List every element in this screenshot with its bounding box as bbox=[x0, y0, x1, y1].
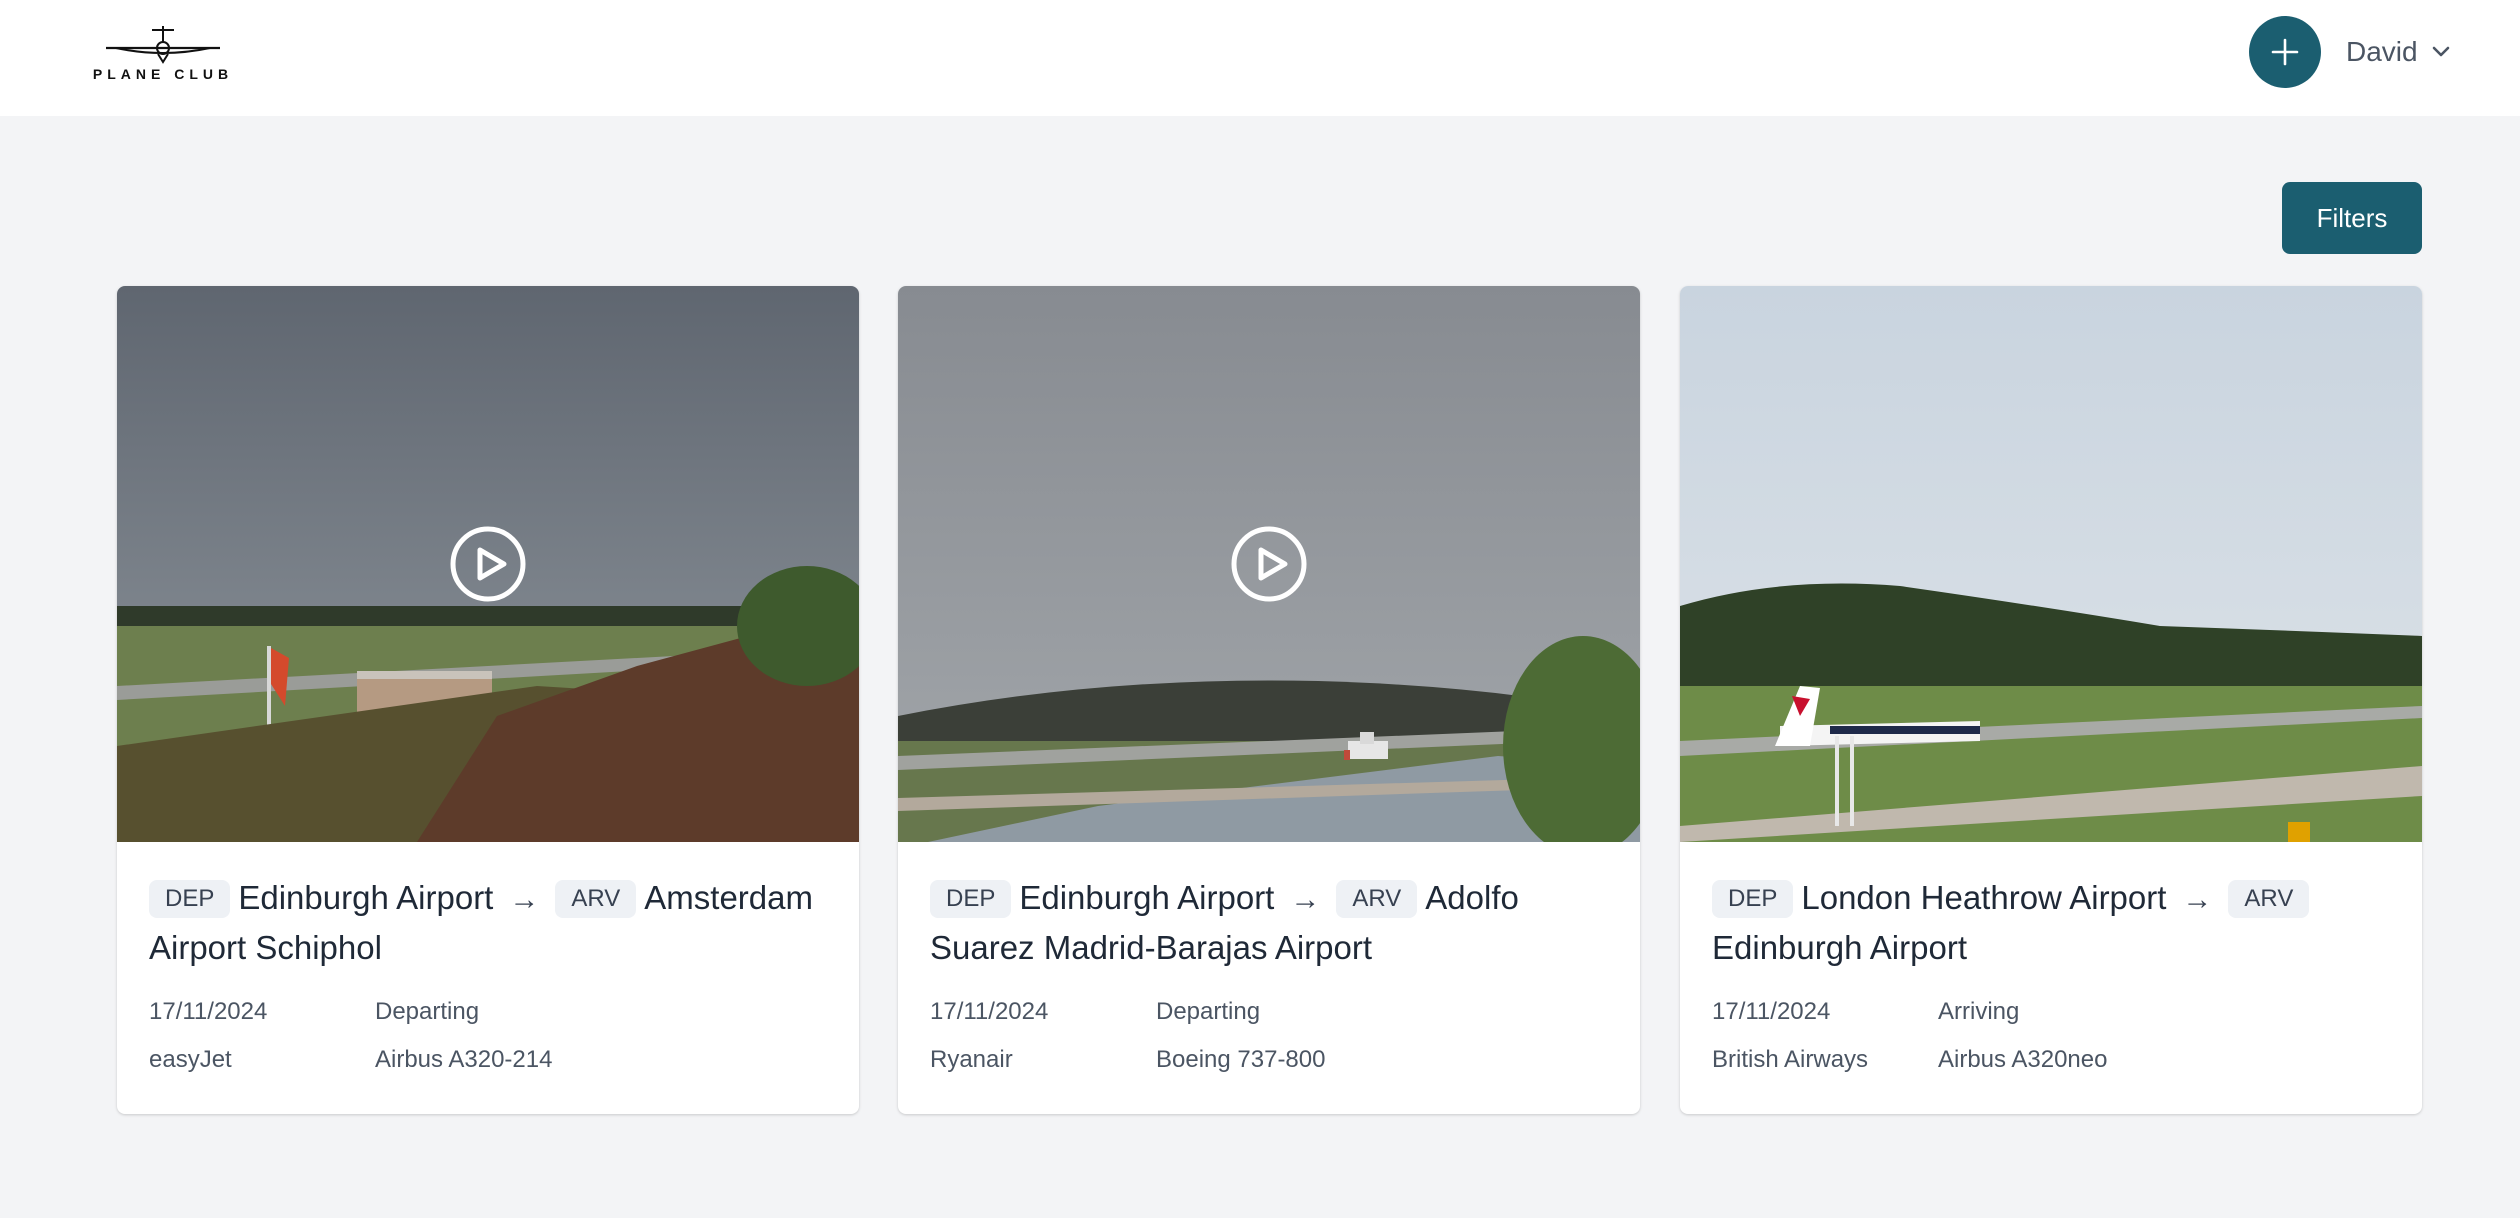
flight-date: 17/11/2024 bbox=[1712, 998, 1831, 1025]
arrival-airport: Edinburgh Airport bbox=[1712, 929, 1967, 966]
dep-badge: DEP bbox=[930, 880, 1012, 918]
airline-name: easyJet bbox=[149, 1046, 232, 1073]
play-icon[interactable] bbox=[448, 524, 528, 604]
filters-button[interactable]: Filters bbox=[2282, 182, 2422, 254]
chevron-down-icon bbox=[2432, 46, 2449, 57]
top-navbar: PLANE CLUB David bbox=[0, 0, 2520, 116]
dep-badge: DEP bbox=[149, 880, 231, 918]
card-media-video[interactable] bbox=[898, 286, 1640, 842]
arv-badge: ARV bbox=[2228, 880, 2310, 918]
card-media-photo[interactable] bbox=[1680, 286, 2422, 842]
aircraft-type: Boeing 737-800 bbox=[1156, 1046, 1326, 1073]
play-icon[interactable] bbox=[1229, 524, 1309, 604]
flight-status: Departing bbox=[1156, 998, 1261, 1025]
arv-badge: ARV bbox=[1336, 880, 1418, 918]
runway-aircraft-photo bbox=[1680, 286, 2422, 842]
aircraft-type: Airbus A320neo bbox=[1938, 1046, 2108, 1073]
plane-logo-icon bbox=[106, 26, 220, 64]
arv-badge: ARV bbox=[555, 880, 637, 918]
user-menu[interactable]: David bbox=[2346, 30, 2450, 74]
user-name: David bbox=[2346, 36, 2418, 67]
flight-card[interactable]: DEP Edinburgh Airport → ARV Adolfo Suarez Ma… bbox=[898, 286, 1640, 1114]
flight-status: Departing bbox=[375, 998, 480, 1025]
airline-name: British Airways bbox=[1712, 1046, 1869, 1073]
departure-airport: London Heathrow Airport bbox=[1801, 879, 2167, 916]
flight-status: Arriving bbox=[1938, 998, 2020, 1025]
aircraft-type: Airbus A320-214 bbox=[375, 1046, 553, 1073]
airline-name: Ryanair bbox=[930, 1046, 1013, 1073]
plane-club-logo[interactable]: PLANE CLUB bbox=[88, 22, 238, 82]
departure-airport: Edinburgh Airport bbox=[238, 879, 494, 916]
plus-icon bbox=[2271, 38, 2299, 66]
add-button[interactable] bbox=[2249, 16, 2321, 88]
flight-card[interactable]: DEP Edinburgh Airport → ARV Amsterdam Airpor… bbox=[117, 286, 859, 1114]
route-arrow-icon: → bbox=[509, 883, 540, 916]
flight-route: DEP London Heathrow Airport → ARV Edinburgh … bbox=[1712, 874, 2402, 972]
flight-date: 17/11/2024 bbox=[930, 998, 1049, 1025]
departure-airport: Edinburgh Airport bbox=[1019, 879, 1275, 916]
card-media-video[interactable] bbox=[117, 286, 859, 842]
flight-route: DEP Edinburgh Airport → ARV Adolfo Suarez Ma… bbox=[930, 874, 1620, 972]
dep-badge: DEP bbox=[1712, 880, 1794, 918]
logo-text: PLANE CLUB bbox=[92, 66, 234, 82]
route-arrow-icon: → bbox=[2182, 883, 2213, 916]
route-arrow-icon: → bbox=[1290, 883, 1321, 916]
flight-date: 17/11/2024 bbox=[149, 998, 268, 1025]
flight-card[interactable]: DEP London Heathrow Airport → ARV Edinburgh … bbox=[1680, 286, 2422, 1114]
flight-route: DEP Edinburgh Airport → ARV Amsterdam Airpor… bbox=[149, 874, 839, 972]
